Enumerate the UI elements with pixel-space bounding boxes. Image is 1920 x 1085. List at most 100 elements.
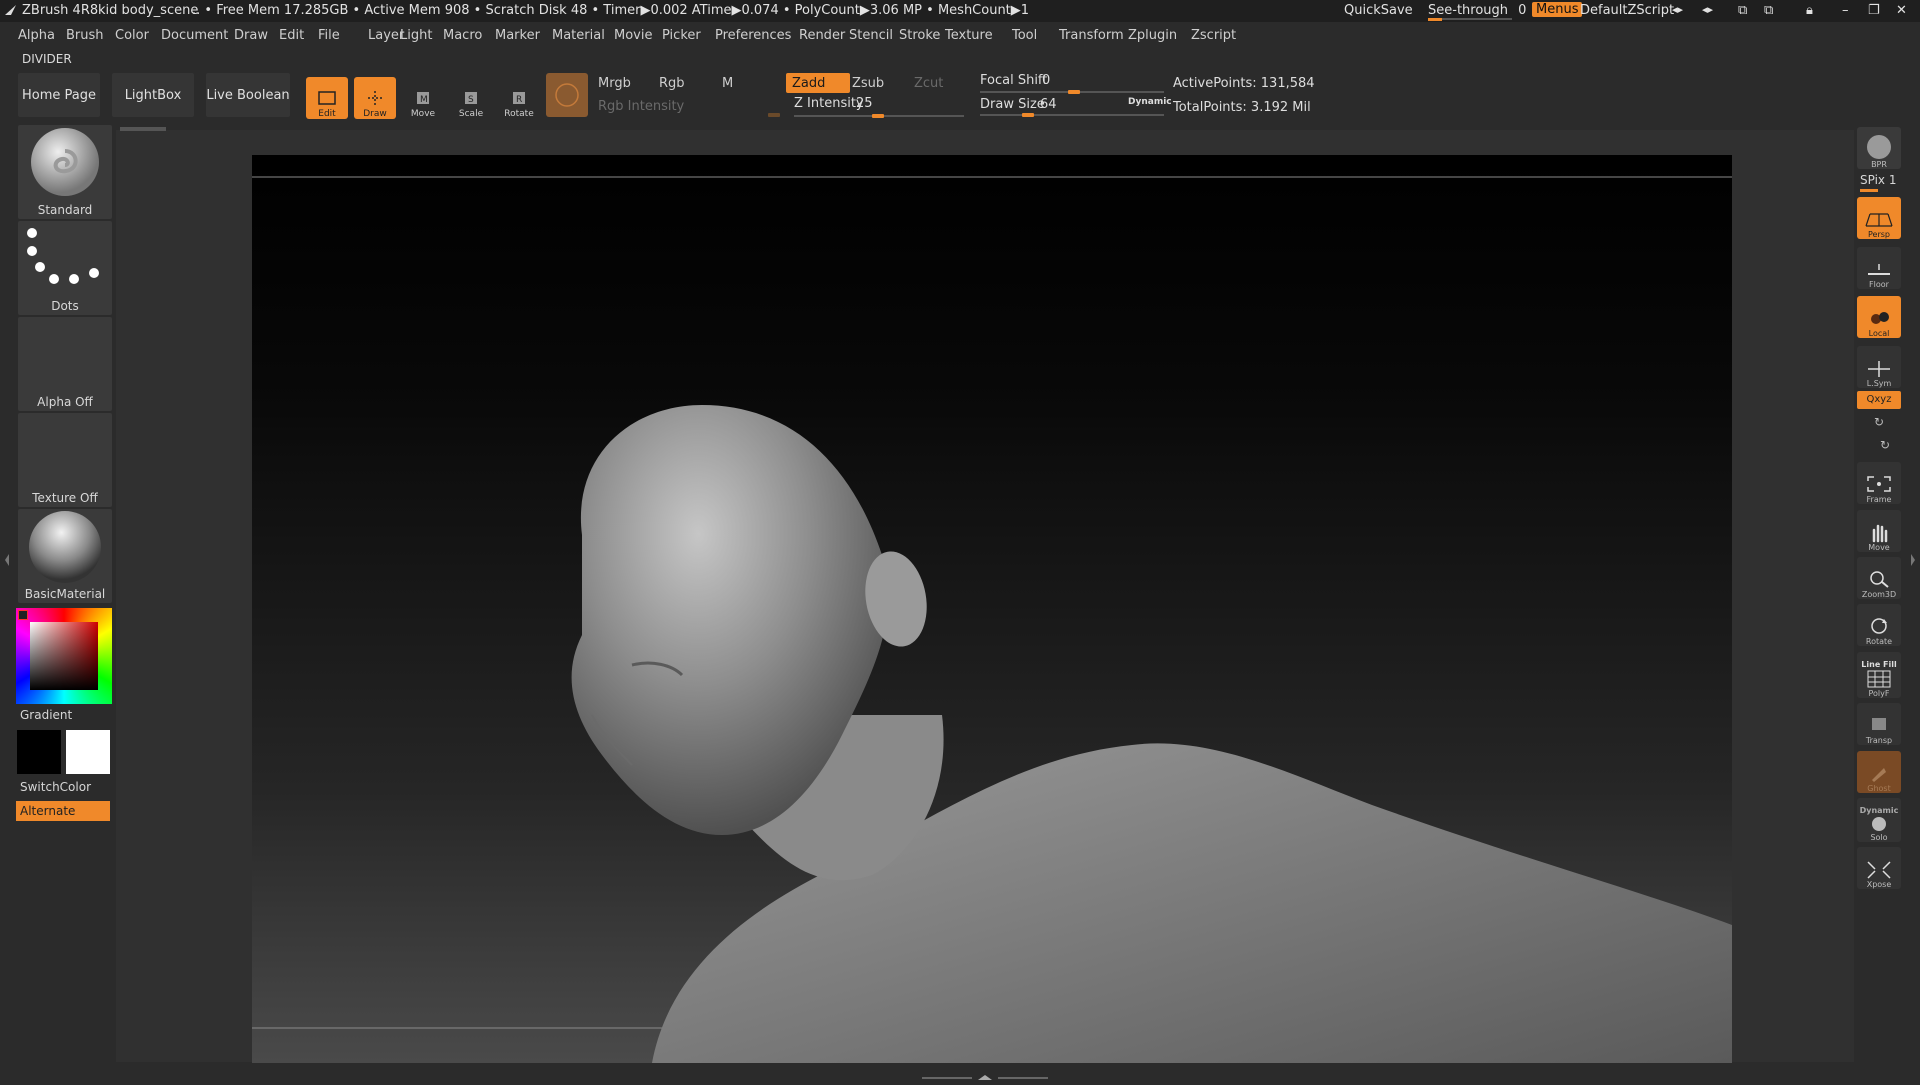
home-page-button[interactable]: Home Page (18, 73, 100, 117)
m-button[interactable]: M (716, 73, 782, 93)
lightbox-button[interactable]: LightBox (112, 73, 194, 117)
total-points: TotalPoints: 3.192 Mil (1173, 100, 1311, 115)
live-boolean-button[interactable]: Live Boolean (206, 73, 290, 117)
lsym-button[interactable]: L.Sym (1857, 346, 1901, 388)
canvas[interactable] (252, 155, 1732, 1063)
floor-label: Floor (1869, 280, 1889, 289)
menu-brush[interactable]: Brush (66, 28, 104, 43)
frame-button[interactable]: Frame (1857, 462, 1901, 504)
spix-value[interactable]: SPix 1 (1860, 173, 1896, 187)
lock-icon[interactable]: 🔒︎ (1806, 3, 1813, 18)
menu-edit[interactable]: Edit (279, 28, 304, 43)
menu-zscript[interactable]: Zscript (1191, 28, 1236, 43)
symmetry-icon (1868, 361, 1890, 377)
polyf-button[interactable]: Line Fill PolyF (1857, 652, 1901, 698)
material-selector[interactable]: BasicMaterial (18, 509, 112, 603)
zoom3d-button[interactable]: Zoom3D (1857, 557, 1901, 599)
focal-shift-knob[interactable] (1068, 90, 1080, 94)
xpose-button[interactable]: Xpose (1857, 847, 1901, 889)
z-intensity-slider[interactable]: Z Intensity 25 (794, 96, 964, 118)
menu-macro[interactable]: Macro (443, 28, 482, 43)
menu-marker[interactable]: Marker (495, 28, 540, 43)
solo-button[interactable]: Dynamic Solo (1857, 798, 1901, 842)
menu-movie[interactable]: Movie (614, 28, 652, 43)
brush-selector[interactable]: Standard (18, 125, 112, 219)
menu-draw[interactable]: Draw (234, 28, 268, 43)
move-button[interactable]: M Move (402, 77, 444, 119)
active-points: ActivePoints: 131,584 (1173, 76, 1315, 91)
menu-color[interactable]: Color (115, 28, 149, 43)
see-through-knob[interactable] (1428, 18, 1442, 21)
mrgb-button[interactable]: Mrgb (592, 73, 658, 93)
menu-picker[interactable]: Picker (662, 28, 701, 43)
zcut-button[interactable]: Zcut (908, 73, 972, 93)
right-collapse-handle[interactable] (1910, 540, 1916, 580)
menu-zplugin[interactable]: Zplugin (1128, 28, 1177, 43)
saturation-square[interactable] (30, 622, 98, 690)
menu-alpha[interactable]: Alpha (18, 28, 55, 43)
layout-icon[interactable]: ⧉ (1738, 3, 1747, 18)
switch-color-button[interactable]: SwitchColor (20, 780, 91, 794)
layout-swap-icon[interactable]: ⧉ (1764, 3, 1773, 18)
main-color-swatch[interactable] (17, 730, 61, 774)
zadd-button[interactable]: Zadd (786, 73, 850, 93)
dynamic-button[interactable]: Dynamic (1128, 97, 1172, 107)
quicksave-button[interactable]: QuickSave (1344, 3, 1413, 18)
xyz-button[interactable]: Qxyz (1857, 391, 1901, 409)
draw-size-knob[interactable] (1022, 113, 1034, 117)
rotate-z-icon[interactable]: ↻ (1880, 438, 1890, 452)
material-swatch-button[interactable] (546, 73, 588, 117)
edit-icon (318, 91, 336, 105)
menu-texture[interactable]: Texture (945, 28, 993, 43)
rgb-intensity-slider[interactable]: Rgb Intensity (592, 96, 788, 116)
menu-stencil[interactable]: Stencil (849, 28, 893, 43)
edit-button[interactable]: Edit (306, 77, 348, 119)
color-picker[interactable] (16, 608, 112, 704)
floor-button[interactable]: Floor (1857, 247, 1901, 289)
menu-preferences[interactable]: Preferences (715, 28, 791, 43)
arrows-left-icon[interactable]: ◂▸ (1672, 3, 1683, 16)
rgb-intensity-knob[interactable] (768, 113, 780, 117)
bottom-collapse-handle[interactable] (922, 1070, 1048, 1080)
minimize-icon[interactable]: – (1842, 3, 1849, 18)
menu-layer[interactable]: Layer (368, 28, 404, 43)
menu-material[interactable]: Material (552, 28, 605, 43)
menu-transform[interactable]: Transform (1059, 28, 1124, 43)
close-icon[interactable]: ✕ (1896, 3, 1907, 18)
rgb-button[interactable]: Rgb (653, 73, 719, 93)
menu-render[interactable]: Render (799, 28, 845, 43)
persp-button[interactable]: Persp (1857, 197, 1901, 239)
menu-stroke[interactable]: Stroke (899, 28, 940, 43)
transp-button[interactable]: Transp (1857, 703, 1901, 745)
stroke-selector[interactable]: Dots (18, 221, 112, 315)
ghost-button[interactable]: Ghost (1857, 751, 1901, 793)
texture-selector[interactable]: Texture Off (18, 413, 112, 507)
z-intensity-knob[interactable] (872, 114, 884, 118)
menus-button[interactable]: Menus (1532, 2, 1583, 17)
arrows-right-icon[interactable]: ◂▸ (1702, 3, 1713, 16)
draw-button[interactable]: Draw (354, 77, 396, 119)
rotate-button[interactable]: R Rotate (498, 77, 540, 119)
menu-light[interactable]: Light (400, 28, 432, 43)
spix-slider[interactable] (1860, 189, 1878, 192)
move-view-button[interactable]: Move (1857, 510, 1901, 552)
left-collapse-handle[interactable] (4, 540, 10, 580)
zsub-button[interactable]: Zsub (846, 73, 910, 93)
scale-button[interactable]: S Scale (450, 77, 492, 119)
focal-shift-slider[interactable]: Focal Shift 0 (980, 73, 1164, 94)
bpr-button[interactable]: BPR (1857, 127, 1901, 169)
menu-document[interactable]: Document (161, 28, 228, 43)
menu-tool[interactable]: Tool (1012, 28, 1037, 43)
local-button[interactable]: Local (1857, 296, 1901, 338)
rotate-y-icon[interactable]: ↻ (1874, 415, 1884, 429)
secondary-color-swatch[interactable] (66, 730, 110, 774)
gradient-label[interactable]: Gradient (20, 708, 72, 722)
maximize-icon[interactable]: ❐ (1868, 3, 1880, 18)
viewport-scroll-handle[interactable] (120, 127, 166, 131)
see-through-slider[interactable]: See-through 0 (1428, 3, 1526, 18)
alpha-selector[interactable]: Alpha Off (18, 317, 112, 411)
rotate-view-button[interactable]: Rotate (1857, 604, 1901, 646)
alternate-button[interactable]: Alternate (16, 801, 110, 821)
menu-file[interactable]: File (318, 28, 340, 43)
default-zscript-button[interactable]: DefaultZScript (1580, 3, 1674, 18)
